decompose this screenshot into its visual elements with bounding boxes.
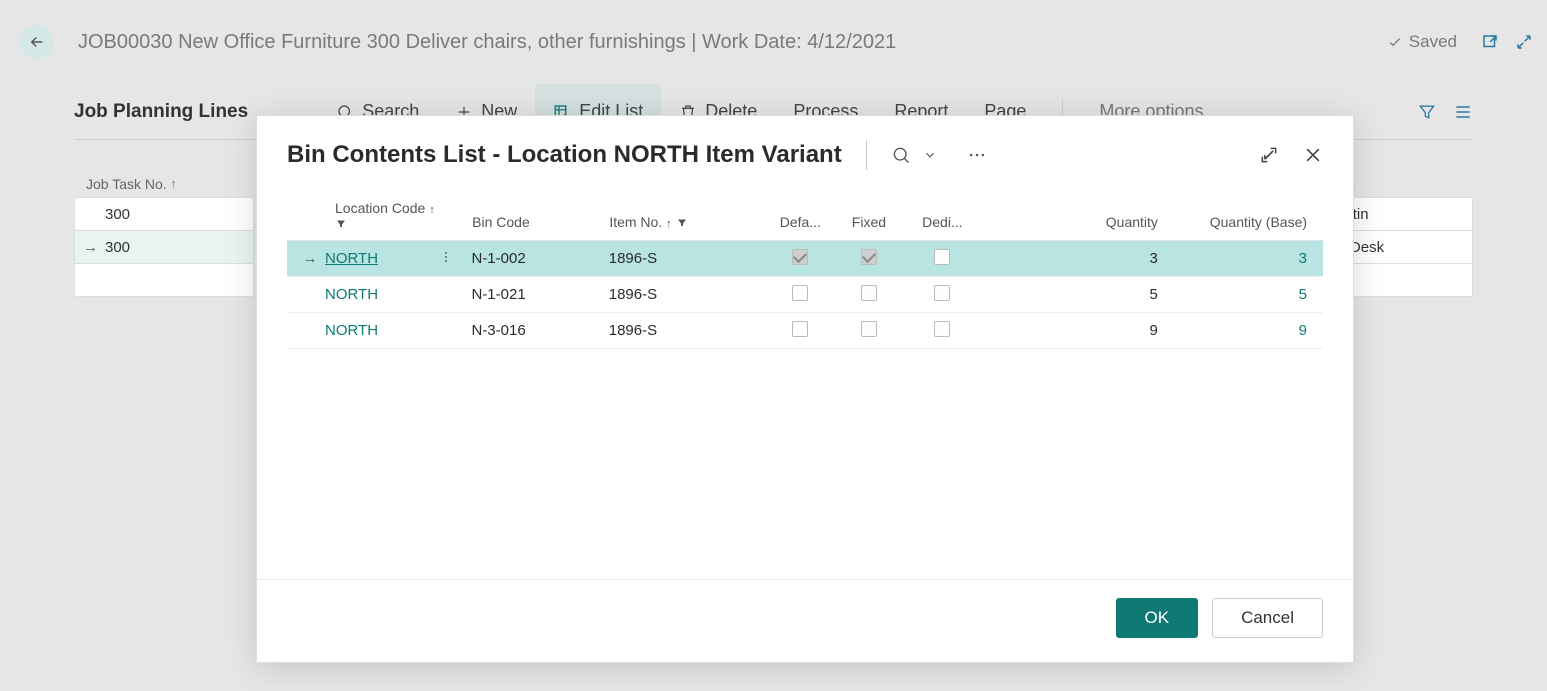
popout-icon[interactable]	[1481, 33, 1499, 51]
grid-header-row: Location Code ↑ Bin Code Item No. ↑ Defa…	[287, 190, 1323, 241]
bin-code-value: N-1-002	[471, 250, 608, 267]
quantity-base-link[interactable]: 3	[1168, 250, 1315, 267]
filter-applied-icon[interactable]	[335, 218, 472, 230]
bin-code-value: N-3-016	[471, 322, 608, 339]
quantity-value: 5	[981, 286, 1167, 303]
grid-row[interactable]: →NORTH N-1-0021896-S 33	[287, 241, 1323, 277]
col-header-location[interactable]: Location Code ↑	[295, 200, 472, 230]
col-header-item[interactable]: Item No. ↑	[609, 214, 766, 230]
task-no-value: 300	[105, 206, 130, 223]
item-no-value: 1896-S	[609, 286, 766, 303]
bg-header-task-label: Job Task No.	[86, 176, 167, 192]
chevron-down-icon[interactable]	[923, 148, 937, 162]
quantity-value: 9	[981, 322, 1167, 339]
bg-empty-cell	[74, 263, 254, 297]
collapse-icon[interactable]	[1515, 33, 1533, 51]
cancel-button[interactable]: Cancel	[1212, 598, 1323, 638]
grid-row[interactable]: NORTH N-3-0161896-S 99	[287, 313, 1323, 349]
page-title: JOB00030 New Office Furniture 300 Delive…	[78, 31, 1387, 54]
location-link[interactable]: NORTH	[325, 286, 378, 303]
col-header-quantity-base[interactable]: Quantity (Base)	[1168, 214, 1315, 230]
bg-header-task[interactable]: Job Task No. ↑	[74, 170, 254, 198]
col-header-dedicated[interactable]: Dedi...	[903, 214, 981, 230]
col-header-location-label: Location Code	[335, 200, 425, 216]
filter-icon[interactable]	[1417, 102, 1437, 122]
task-no-value: 300	[105, 239, 130, 256]
ok-button[interactable]: OK	[1116, 598, 1199, 638]
col-header-fixed[interactable]: Fixed	[835, 214, 904, 230]
row-menu-icon[interactable]	[439, 250, 453, 268]
row-indicator-icon: →	[83, 239, 98, 256]
item-no-value: 1896-S	[609, 322, 766, 339]
dedicated-checkbox[interactable]	[934, 321, 950, 337]
fixed-checkbox[interactable]	[861, 285, 877, 301]
section-title: Job Planning Lines	[74, 101, 248, 123]
quantity-value: 3	[981, 250, 1167, 267]
bg-task-cell[interactable]: → 300	[74, 230, 254, 264]
col-header-bin[interactable]: Bin Code	[472, 214, 609, 230]
default-checkbox[interactable]	[792, 321, 808, 337]
sort-asc-icon: ↑	[666, 218, 672, 230]
separator	[866, 140, 867, 170]
col-header-default[interactable]: Defa...	[766, 214, 835, 230]
bg-task-cell[interactable]: 300	[74, 197, 254, 231]
list-icon[interactable]	[1453, 102, 1473, 122]
sort-asc-icon: ↑	[429, 204, 435, 216]
filter-applied-icon[interactable]	[676, 217, 688, 229]
saved-indicator: Saved	[1387, 32, 1457, 52]
dialog-search-icon[interactable]	[891, 145, 911, 165]
saved-label: Saved	[1409, 32, 1457, 52]
location-link[interactable]: NORTH	[325, 322, 378, 339]
grid-row[interactable]: NORTH N-1-0211896-S 55	[287, 277, 1323, 313]
dedicated-checkbox[interactable]	[934, 249, 950, 265]
col-header-item-label: Item No.	[609, 214, 662, 230]
location-link[interactable]: NORTH	[325, 250, 378, 267]
bin-code-value: N-1-021	[471, 286, 608, 303]
back-button[interactable]	[20, 25, 54, 59]
check-icon	[1387, 34, 1403, 50]
dialog-title: Bin Contents List - Location NORTH Item …	[287, 141, 842, 169]
col-header-quantity[interactable]: Quantity	[982, 214, 1168, 230]
more-icon[interactable]	[967, 145, 987, 165]
sort-asc-icon: ↑	[171, 178, 177, 190]
quantity-base-link[interactable]: 9	[1168, 322, 1315, 339]
dedicated-checkbox[interactable]	[934, 285, 950, 301]
close-icon[interactable]	[1303, 145, 1323, 165]
row-indicator-icon: →	[295, 250, 325, 267]
maximize-icon[interactable]	[1259, 145, 1279, 165]
bin-contents-dialog: Bin Contents List - Location NORTH Item …	[256, 115, 1354, 663]
fixed-checkbox[interactable]	[861, 249, 877, 265]
item-no-value: 1896-S	[609, 250, 766, 267]
quantity-base-link[interactable]: 5	[1168, 286, 1315, 303]
fixed-checkbox[interactable]	[861, 321, 877, 337]
default-checkbox[interactable]	[792, 285, 808, 301]
default-checkbox[interactable]	[792, 249, 808, 265]
arrow-left-icon	[28, 33, 46, 51]
